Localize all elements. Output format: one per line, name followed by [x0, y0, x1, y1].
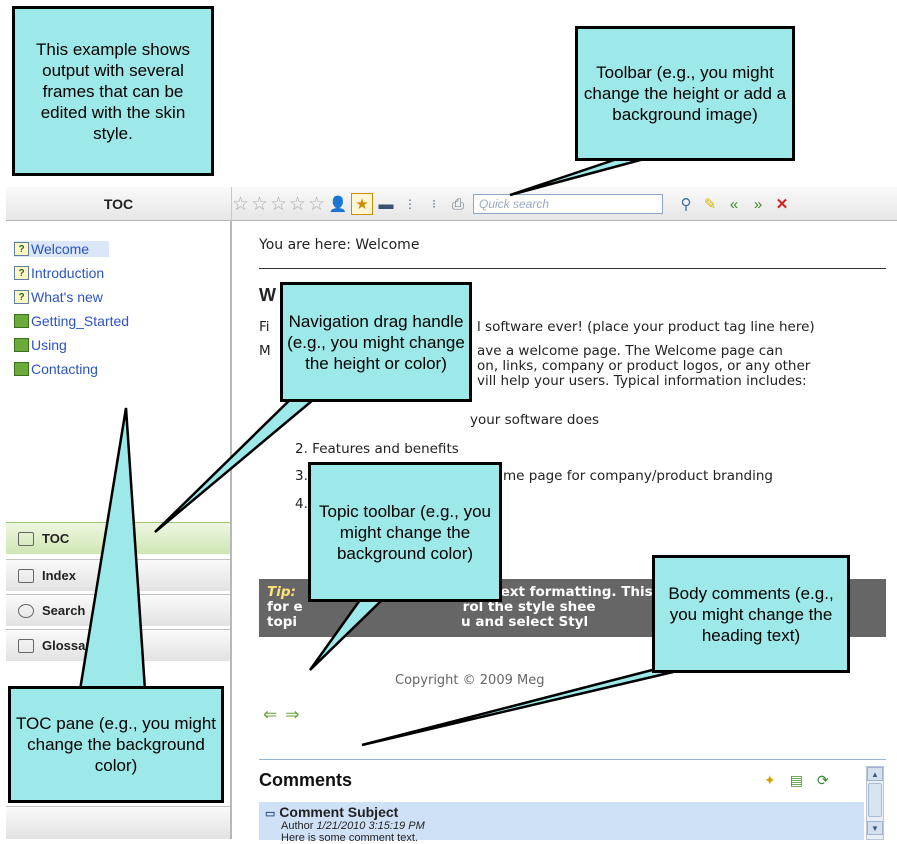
- scroll-thumb[interactable]: [868, 783, 882, 817]
- body-text: M: [259, 343, 271, 359]
- toc-header: TOC: [6, 187, 232, 221]
- toc-item-label: Welcome: [31, 241, 90, 257]
- toc-item-label: Using: [31, 337, 67, 353]
- tab-glossary[interactable]: Glossary: [6, 629, 230, 661]
- rating-star-icon[interactable]: ☆: [308, 193, 325, 215]
- list-item: 4.: [295, 496, 308, 512]
- scroll-up-icon[interactable]: ▲: [867, 767, 883, 781]
- comments-heading: Comments: [259, 770, 353, 790]
- page-title: W: [259, 285, 276, 305]
- tab-toc-label: TOC: [42, 531, 70, 546]
- toc-item-label: Getting_Started: [31, 313, 130, 329]
- book-icon: [14, 338, 29, 352]
- add-comment-icon[interactable]: ✦: [764, 772, 776, 789]
- callout-frames: This example shows output with several f…: [12, 6, 214, 176]
- tab-search[interactable]: Search: [6, 594, 230, 626]
- rating-star-icon[interactable]: ☆: [251, 193, 268, 215]
- reply-comment-icon[interactable]: ▤: [790, 772, 803, 789]
- toc-tree: ? Welcome ? Introduction ? What's new Ge…: [14, 241, 224, 377]
- tab-toc[interactable]: TOC: [6, 522, 230, 554]
- tip-text: topi: [267, 614, 298, 630]
- topic-prev-icon[interactable]: ⇐: [263, 705, 277, 725]
- comment-timestamp: 1/21/2010 3:15:19 PM: [316, 820, 425, 832]
- search-icon: [18, 603, 34, 618]
- rating-star-icon[interactable]: ☆: [232, 193, 249, 215]
- callout-body-comments: Body comments (e.g., you might change th…: [652, 555, 850, 673]
- body-text: Fi: [259, 319, 270, 335]
- close-icon[interactable]: ✕: [771, 193, 793, 215]
- book-icon: [18, 531, 34, 546]
- rating-star-icon[interactable]: ☆: [289, 193, 306, 215]
- rating-star-icon[interactable]: ☆: [270, 193, 287, 215]
- index-icon: [18, 568, 34, 583]
- tab-search-label: Search: [42, 603, 86, 618]
- toc-item-introduction[interactable]: ? Introduction: [14, 265, 224, 281]
- callout-navigation-handle: Navigation drag handle (e.g., you might …: [280, 282, 472, 402]
- comment-author: Author: [281, 820, 314, 832]
- toc-item-label: Introduction: [31, 265, 105, 281]
- list-item: 2. Features and benefits: [295, 441, 459, 457]
- callout-toolbar: Toolbar (e.g., you might change the heig…: [575, 26, 795, 161]
- callout-toc-pane: TOC pane (e.g., you might change the bac…: [8, 686, 224, 803]
- copyright-text: Copyright © 2009 Meg: [395, 673, 545, 688]
- topic-icon: ?: [14, 290, 29, 304]
- highlight-icon[interactable]: ★: [351, 193, 373, 215]
- tab-index[interactable]: Index: [6, 559, 230, 591]
- comment-icon: ▭: [265, 808, 276, 820]
- breadcrumb: You are here: Welcome: [259, 237, 420, 253]
- list-item: me page for company/product branding: [503, 468, 773, 484]
- toc-item-whats-new[interactable]: ? What's new: [14, 289, 224, 305]
- body-text: ave a welcome page. The Welcome page can: [477, 343, 783, 359]
- comments-toolbar: ✦ ▤ ⟳: [764, 772, 829, 789]
- refresh-icon[interactable]: ⟳: [817, 772, 829, 789]
- topic-icon: ?: [14, 242, 29, 256]
- back-icon[interactable]: «: [723, 193, 745, 215]
- toc-item-label: Contacting: [31, 361, 98, 377]
- comment-meta: Author 1/21/2010 3:15:19 PM: [265, 820, 858, 832]
- comments-section: Comments ✦ ▤ ⟳ ▭ Comment Subject Author …: [259, 759, 886, 844]
- collapse-all-icon[interactable]: ⁝: [423, 193, 445, 215]
- topic-toolbar: ⇐ ⇒: [263, 705, 300, 725]
- divider: [259, 268, 886, 269]
- tip-text: for e: [267, 599, 303, 615]
- quick-search-input[interactable]: Quick search: [473, 194, 663, 214]
- scroll-down-icon[interactable]: ▼: [867, 821, 883, 835]
- glossary-icon: [18, 638, 34, 653]
- topic-next-icon[interactable]: ⇒: [285, 705, 299, 725]
- comment-item[interactable]: ▭ Comment Subject Author 1/21/2010 3:15:…: [259, 802, 864, 844]
- tab-index-label: Index: [42, 568, 76, 583]
- monitor-icon[interactable]: ▬: [375, 193, 397, 215]
- body-text: vill help your users. Typical informatio…: [477, 373, 807, 389]
- callout-topic-toolbar: Topic toolbar (e.g., you might change th…: [308, 462, 502, 602]
- search-go-icon[interactable]: ⚲: [675, 193, 697, 215]
- toc-item-label: What's new: [31, 289, 103, 305]
- book-icon: [14, 314, 29, 328]
- print-icon[interactable]: ⎙: [447, 193, 469, 215]
- forward-icon[interactable]: »: [747, 193, 769, 215]
- topic-icon: ?: [14, 266, 29, 280]
- toc-item-getting-started[interactable]: Getting_Started: [14, 313, 224, 329]
- body-text: l software ever! (place your product tag…: [477, 319, 815, 335]
- toolbar: ☆ ☆ ☆ ☆ ☆ 👤 ★ ▬ ⋮ ⁝ ⎙ Quick search ⚲ ✎ «…: [232, 191, 793, 217]
- list-item: your software does: [470, 412, 600, 428]
- book-icon: [14, 362, 29, 376]
- comments-scrollbar[interactable]: ▲ ▼: [866, 766, 884, 840]
- clear-highlight-icon[interactable]: ✎: [699, 193, 721, 215]
- comment-subject-text: Comment Subject: [279, 804, 399, 820]
- tab-glossary-label: Glossary: [42, 638, 98, 653]
- tip-text: u and select Styl: [461, 614, 589, 630]
- toc-item-using[interactable]: Using: [14, 337, 224, 353]
- user-icon[interactable]: 👤: [327, 193, 349, 215]
- toc-item-welcome[interactable]: ? Welcome: [14, 241, 109, 257]
- tip-label: Tip:: [267, 584, 296, 600]
- body-text: on, links, company or product logos, or …: [477, 358, 811, 374]
- tab-extra[interactable]: [6, 806, 230, 839]
- toc-item-contacting[interactable]: Contacting: [14, 361, 224, 377]
- comment-text: Here is some comment text.: [281, 832, 418, 844]
- list-item: 3.: [295, 468, 308, 484]
- expand-all-icon[interactable]: ⋮: [399, 193, 421, 215]
- comment-subject: ▭ Comment Subject: [265, 804, 858, 820]
- top-bar: TOC ☆ ☆ ☆ ☆ ☆ 👤 ★ ▬ ⋮ ⁝ ⎙ Quick search ⚲…: [6, 187, 897, 221]
